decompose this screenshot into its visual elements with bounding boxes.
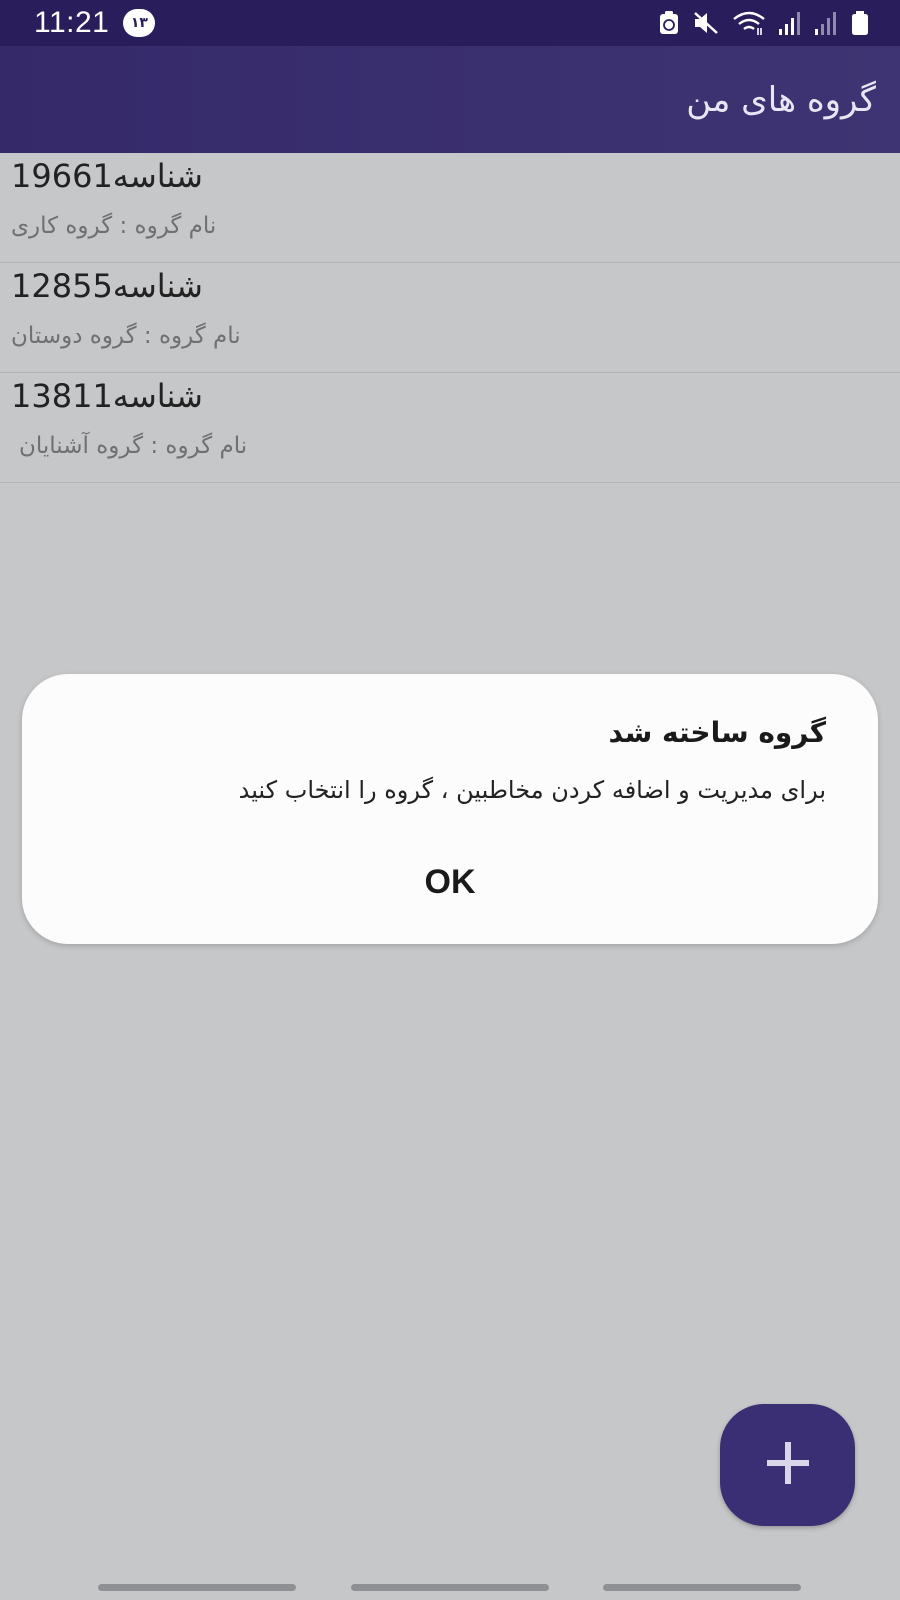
wifi-icon <box>732 10 766 36</box>
status-bar: 11:21 ۱۳ <box>0 0 900 46</box>
group-id-label: شناسه12855 <box>11 267 203 305</box>
mute-icon <box>692 10 720 36</box>
signal-icon <box>778 10 802 36</box>
group-name-label: نام گروه : گروه دوستان <box>11 323 241 349</box>
app-bar: گروه های من <box>0 46 900 153</box>
gesture-nav-bar <box>0 1578 900 1600</box>
group-created-dialog: گروه ساخته شد برای مدیریت و اضافه کردن م… <box>22 674 878 944</box>
group-name-label: نام گروه : گروه آشنایان <box>19 433 248 459</box>
status-clock: 11:21 <box>34 6 110 39</box>
ok-button[interactable]: OK <box>22 852 878 912</box>
group-id-label: شناسه13811 <box>11 377 203 415</box>
clipboard-recycle-icon <box>658 10 680 36</box>
dialog-title: گروه ساخته شد <box>608 716 826 749</box>
list-item[interactable]: شناسه19661 نام گروه : گروه کاری <box>0 153 900 263</box>
nav-home-handle[interactable] <box>351 1584 549 1591</box>
group-list: شناسه19661 نام گروه : گروه کاری شناسه128… <box>0 153 900 483</box>
list-item[interactable]: شناسه13811 نام گروه : گروه آشنایان <box>0 373 900 483</box>
plus-icon <box>764 1439 812 1491</box>
page-title: گروه های من <box>686 79 876 120</box>
list-item[interactable]: شناسه12855 نام گروه : گروه دوستان <box>0 263 900 373</box>
dialog-message: برای مدیریت و اضافه کردن مخاطبین ، گروه … <box>238 776 826 804</box>
battery-icon <box>850 10 870 36</box>
status-left: 11:21 ۱۳ <box>34 6 156 40</box>
signal-icon <box>814 10 838 36</box>
nav-recents-handle[interactable] <box>98 1584 296 1591</box>
group-name-label: نام گروه : گروه کاری <box>11 213 217 239</box>
status-icons <box>658 10 870 36</box>
nav-back-handle[interactable] <box>603 1584 801 1591</box>
notification-count-badge: ۱۳ <box>123 9 156 37</box>
add-group-button[interactable] <box>720 1404 855 1526</box>
group-id-label: شناسه19661 <box>11 157 203 195</box>
